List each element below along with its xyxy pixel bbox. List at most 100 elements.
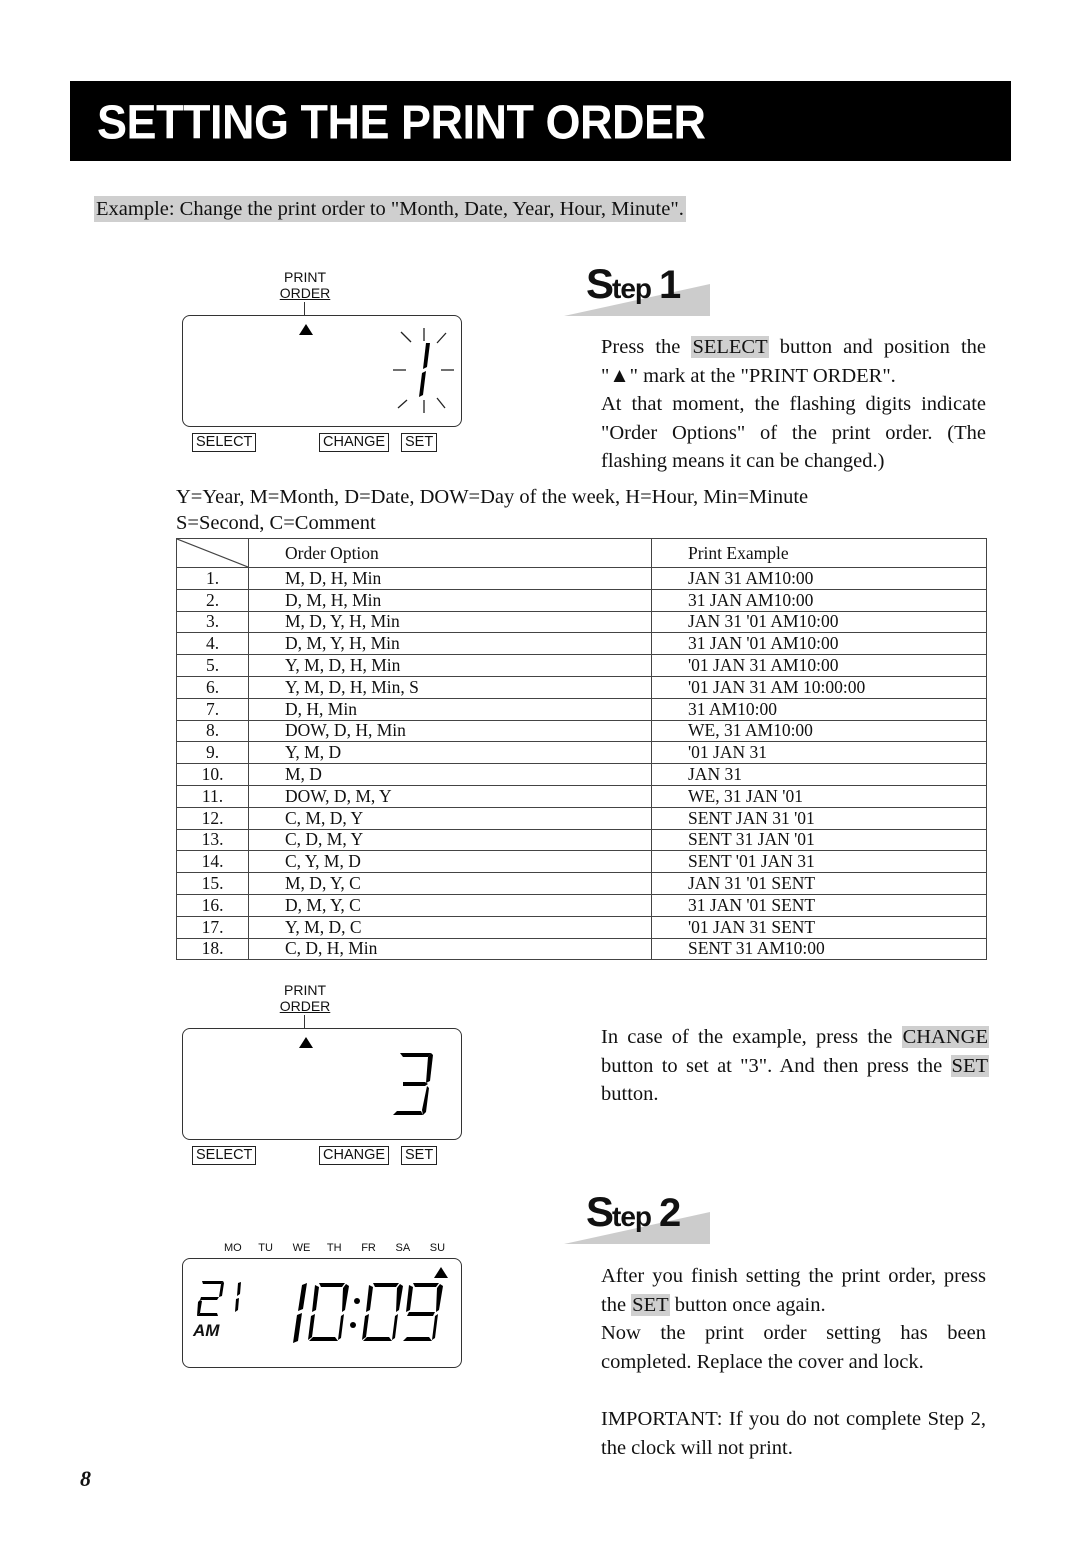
- row-number: 10.: [176, 763, 249, 786]
- set-button-reference: SET: [631, 1293, 670, 1316]
- digit-1-hour: [293, 1283, 307, 1343]
- diagonal-line-icon: [177, 539, 248, 567]
- print-example: '01 JAN 31 AM 10:00:00: [651, 675, 987, 699]
- row-number: 9.: [176, 741, 249, 765]
- set-key: SET: [401, 1146, 438, 1165]
- colon-dot-top: [354, 1298, 360, 1304]
- page-title: SETTING THE PRINT ORDER: [97, 94, 706, 150]
- step-2-paragraph-2: Now the print order setting has been com…: [601, 1322, 986, 1373]
- row-number: 13.: [176, 828, 249, 852]
- order-option: Y, M, D, H, Min, S: [248, 675, 652, 699]
- step-2-text: After you finish setting the print order…: [601, 1262, 986, 1462]
- print-example: SENT 31 JAN '01: [651, 828, 987, 852]
- order-option: C, Y, M, D: [248, 850, 652, 874]
- print-example: '01 JAN 31: [651, 741, 987, 765]
- order-option: M, D, Y, H, Min: [248, 610, 652, 634]
- order-option: M, D, Y, C: [248, 872, 652, 895]
- order-option: Y, M, D, C: [248, 915, 652, 939]
- table-row: 5. Y, M, D, H, Min '01 JAN 31 AM10:00: [176, 654, 987, 677]
- change-instruction: In case of the example, press the CHANGE…: [601, 1026, 989, 1105]
- lcd-panel-print-order-2: PRINT ORDER SELECT CHANGE SET: [182, 981, 464, 1171]
- print-example: SENT '01 JAN 31: [651, 850, 987, 874]
- table-row: 12. C, M, D, Y SENT JAN 31 '01: [176, 806, 987, 830]
- lcd-panel-print-order-1: PRINT ORDER SELECT CHANGE SET: [182, 268, 464, 458]
- print-example: SENT JAN 31 '01: [651, 806, 987, 830]
- order-option: C, M, D, Y: [248, 806, 652, 830]
- lcd-display: AM: [182, 1258, 462, 1368]
- change-key: CHANGE: [319, 1146, 390, 1165]
- row-number: 16.: [176, 893, 249, 917]
- print-example: 31 JAN AM10:00: [651, 588, 987, 612]
- table-row: 11. DOW, D, M, Y WE, 31 JAN '01: [176, 784, 987, 808]
- step-2-heading: Step 2: [564, 1188, 714, 1246]
- digit-0-minute: [362, 1283, 403, 1341]
- pointer-line: [304, 1015, 306, 1028]
- row-number: 12.: [176, 806, 249, 830]
- digit-1-small: [235, 1282, 241, 1312]
- print-example: WE, 31 AM10:00: [651, 719, 987, 743]
- order-option: M, D, H, Min: [248, 567, 652, 590]
- table-row: 15. M, D, Y, C JAN 31 '01 SENT: [176, 872, 987, 895]
- lcd-panel-clock: MO TU WE TH FR SA SU AM: [182, 1242, 464, 1370]
- print-example: JAN 31 '01 AM10:00: [651, 610, 987, 634]
- row-number: 11.: [176, 784, 249, 808]
- table-row: 14. C, Y, M, D SENT '01 JAN 31: [176, 850, 987, 874]
- step-2-paragraph-1: After you finish setting the print order…: [601, 1265, 986, 1316]
- triangle-marker-icon: [434, 1267, 448, 1278]
- day-label: WE: [292, 1242, 311, 1254]
- order-option: DOW, D, M, Y: [248, 784, 652, 808]
- table-row: 13. C, D, M, Y SENT 31 JAN '01: [176, 828, 987, 852]
- print-example: 31 JAN '01 SENT: [651, 893, 987, 917]
- table-row: 6. Y, M, D, H, Min, S '01 JAN 31 AM 10:00:…: [176, 675, 987, 699]
- step-1-text: Press the SELECT button and position the…: [601, 333, 986, 476]
- table-row: 10. M, D JAN 31: [176, 763, 987, 786]
- set-key: SET: [401, 433, 438, 452]
- table-row: 4. D, M, Y, H, Min 31 JAN '01 AM10:00: [176, 632, 987, 656]
- row-number: 7.: [176, 697, 249, 721]
- select-key: SELECT: [192, 1146, 257, 1165]
- day-label: FR: [361, 1242, 376, 1254]
- table-row: 1. M, D, H, Min JAN 31 AM10:00: [176, 567, 987, 590]
- header-corner-cell: [176, 538, 249, 568]
- print-example: 31 AM10:00: [651, 697, 987, 721]
- order-option: Y, M, D: [248, 741, 652, 765]
- print-example: JAN 31: [651, 763, 987, 786]
- print-example: '01 JAN 31 AM10:00: [651, 654, 987, 677]
- order-option: M, D: [248, 763, 652, 786]
- row-number: 4.: [176, 632, 249, 656]
- title-banner: SETTING THE PRINT ORDER: [70, 81, 1011, 161]
- table-row: 8. DOW, D, H, Min WE, 31 AM10:00: [176, 719, 987, 743]
- order-option: D, H, Min: [248, 697, 652, 721]
- print-order-label: PRINT ORDER: [279, 269, 331, 301]
- flash-rays-icon: [393, 328, 454, 413]
- abbreviation-legend: Y=Year, M=Month, D=Date, DOW=Day of the …: [176, 486, 809, 534]
- print-example: 31 JAN '01 AM10:00: [651, 632, 987, 656]
- print-example: SENT 31 AM10:00: [651, 937, 987, 961]
- triangle-marker-icon: [299, 1037, 313, 1048]
- row-number: 8.: [176, 719, 249, 743]
- change-button-reference: CHANGE: [901, 1026, 989, 1048]
- digit-3: [393, 1053, 433, 1115]
- important-note: IMPORTANT: If you do not complete Step 2…: [601, 1408, 986, 1459]
- table-header-row: Order Option Print Example: [176, 538, 987, 568]
- table-row: 16. D, M, Y, C 31 JAN '01 SENT: [176, 893, 987, 917]
- step-1-paragraph-2: At that moment, the flashing digits indi…: [601, 393, 986, 472]
- order-option: C, D, H, Min: [248, 937, 652, 961]
- row-number: 14.: [176, 850, 249, 874]
- change-key: CHANGE: [319, 433, 390, 452]
- row-number: 1.: [176, 567, 249, 590]
- order-option: D, M, Y, C: [248, 893, 652, 917]
- order-option: C, D, M, Y: [248, 828, 652, 852]
- clock-digits: [197, 1281, 443, 1343]
- page-number: 8: [80, 1466, 91, 1491]
- order-option: D, M, H, Min: [248, 588, 652, 612]
- order-option: Y, M, D, H, Min: [248, 654, 652, 677]
- header-print-example: Print Example: [651, 538, 987, 568]
- pointer-line: [304, 302, 306, 315]
- day-of-week-row: MO TU WE TH FR SA SU: [224, 1242, 464, 1256]
- table-row: 17. Y, M, D, C '01 JAN 31 SENT: [176, 915, 987, 939]
- row-number: 5.: [176, 654, 249, 677]
- order-option: DOW, D, H, Min: [248, 719, 652, 743]
- triangle-marker-icon: [299, 324, 313, 335]
- row-number: 18.: [176, 937, 249, 961]
